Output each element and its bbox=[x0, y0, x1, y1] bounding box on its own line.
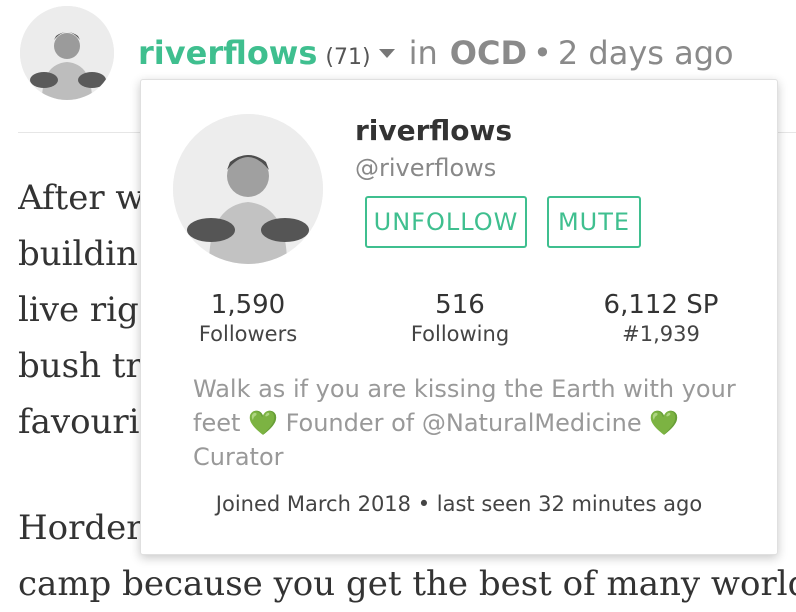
unfollow-button[interactable]: UNFOLLOW bbox=[365, 196, 527, 248]
stat-steem-power: 6,112 SP #1,939 bbox=[571, 290, 751, 346]
profile-name: riverflows bbox=[355, 114, 512, 147]
avatar-image bbox=[20, 6, 114, 100]
article-line: camp because you get the best of many wo… bbox=[18, 564, 796, 604]
category-link[interactable]: OCD bbox=[450, 34, 527, 72]
stat-value: 516 bbox=[435, 290, 485, 320]
stat-following[interactable]: 516 Following bbox=[370, 290, 550, 346]
stat-label: Followers bbox=[198, 322, 298, 346]
profile-about: Walk as if you are kissing the Earth wit… bbox=[193, 372, 753, 474]
author-reputation: (71) bbox=[325, 45, 371, 70]
in-label: in bbox=[408, 34, 438, 72]
separator: • bbox=[533, 34, 552, 72]
stat-label: Following bbox=[410, 322, 510, 346]
stat-label: #1,939 bbox=[622, 322, 700, 346]
profile-avatar[interactable] bbox=[173, 114, 323, 264]
green-heart-icon: 💚 bbox=[248, 409, 278, 437]
profile-handle: @riverflows bbox=[355, 154, 497, 182]
joined-info: Joined March 2018 • last seen 32 minutes… bbox=[215, 492, 703, 516]
post-header: riverflows (71) in OCD • 2 days ago bbox=[138, 34, 734, 78]
post-age[interactable]: 2 days ago bbox=[558, 34, 734, 72]
chevron-down-icon[interactable] bbox=[378, 49, 395, 58]
about-text: Founder of @NaturalMedicine bbox=[285, 409, 642, 437]
mute-button[interactable]: MUTE bbox=[547, 196, 641, 248]
green-heart-icon: 💚 bbox=[649, 409, 680, 437]
profile-hover-card: riverflows @riverflows UNFOLLOW MUTE 1,5… bbox=[140, 79, 778, 555]
stat-followers[interactable]: 1,590 Followers bbox=[158, 290, 338, 346]
author-avatar[interactable] bbox=[20, 6, 114, 100]
stat-value: 6,112 SP bbox=[603, 290, 719, 320]
stat-value: 1,590 bbox=[210, 290, 286, 320]
about-text: Curator bbox=[193, 443, 284, 471]
author-link[interactable]: riverflows bbox=[138, 34, 317, 72]
avatar-image bbox=[173, 114, 323, 264]
